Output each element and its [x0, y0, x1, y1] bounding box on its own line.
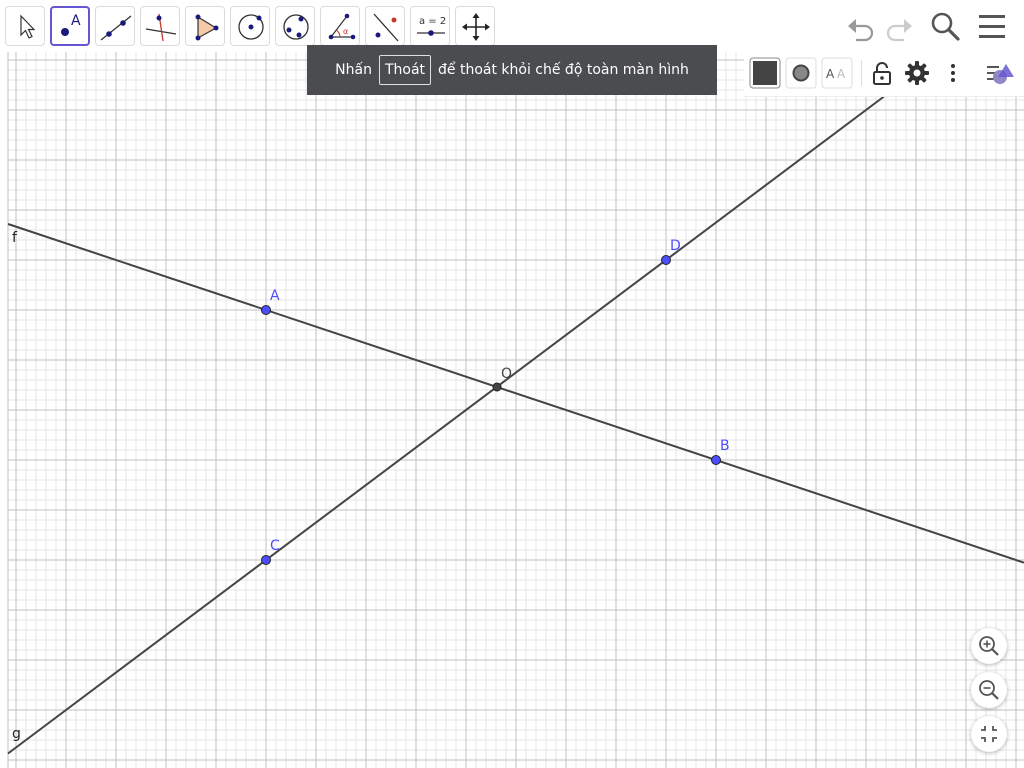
slider-tool-icon: a = 2 — [417, 16, 446, 36]
point-style-icon — [785, 57, 817, 89]
reflect-line-tool-icon — [373, 13, 399, 42]
point-d[interactable] — [661, 255, 671, 265]
style-bar: AA — [744, 52, 1024, 97]
slider-tool[interactable]: a = 2 — [410, 6, 450, 46]
color-icon — [749, 57, 781, 89]
move-graphics-view-tool-icon — [462, 13, 490, 41]
point-tool-glyph: A — [71, 13, 81, 29]
line-tool-icon — [100, 15, 132, 41]
circle-three-points-tool-icon — [283, 14, 309, 40]
polygon-tool[interactable] — [185, 6, 225, 46]
angle-tool[interactable]: α — [320, 6, 360, 46]
slider-tool-glyph: a = 2 — [419, 16, 446, 27]
point-a[interactable] — [261, 305, 271, 315]
point-d-label: D — [670, 238, 681, 254]
perpendicular-line-tool[interactable] — [140, 6, 180, 46]
exit-fullscreen-zoom-button[interactable] — [971, 716, 1007, 752]
more-options-button[interactable] — [937, 57, 969, 89]
line-tool[interactable] — [95, 6, 135, 46]
move-tool-icon — [20, 14, 36, 39]
style-bar-separator — [861, 60, 862, 86]
circle-center-point-tool-icon — [238, 14, 264, 40]
label-style-button[interactable]: AA — [821, 57, 853, 89]
search-button[interactable] — [927, 8, 963, 44]
fullscreen-exit-banner: Nhấn Thoát để thoát khỏi chế độ toàn màn… — [307, 45, 717, 95]
point-c[interactable] — [261, 555, 271, 565]
redo-button[interactable] — [881, 8, 917, 44]
banner-prefix: Nhấn — [335, 62, 372, 78]
lock-button[interactable] — [866, 57, 898, 89]
move-tool[interactable] — [5, 6, 45, 46]
menu-button[interactable] — [974, 8, 1010, 44]
exit-fullscreen-icon — [981, 726, 997, 742]
point-style-button[interactable] — [785, 57, 817, 89]
line-f-label: f — [12, 230, 18, 246]
point-tool[interactable]: A — [50, 6, 90, 46]
undo-icon — [848, 19, 874, 42]
angle-tool-icon: α — [328, 13, 356, 40]
algebra-view-toggle-icon — [987, 64, 1014, 84]
graphics-view[interactable]: f g A B C D O — [0, 0, 1024, 768]
svg-text:A: A — [826, 67, 835, 81]
point-o-label: O — [501, 366, 512, 382]
lock-icon — [873, 62, 891, 85]
circle-center-point-tool[interactable] — [230, 6, 270, 46]
undo-button[interactable] — [843, 8, 879, 44]
reflect-line-tool[interactable] — [365, 6, 405, 46]
search-icon — [931, 12, 960, 41]
angle-tool-glyph: α — [343, 27, 348, 36]
redo-icon — [886, 19, 912, 42]
settings-icon — [905, 61, 929, 85]
polygon-tool-icon — [195, 14, 219, 41]
point-tool-icon: A — [61, 13, 81, 36]
point-o[interactable] — [492, 382, 502, 392]
algebra-view-toggle-button[interactable] — [984, 57, 1016, 89]
zoom-out-icon — [979, 680, 999, 700]
circle-three-points-tool[interactable] — [275, 6, 315, 46]
color-button[interactable] — [749, 57, 781, 89]
zoom-out-button[interactable] — [971, 672, 1007, 708]
exit-fullscreen-button[interactable]: Thoát — [378, 55, 432, 85]
label-style-icon: AA — [821, 57, 853, 89]
more-icon — [951, 64, 955, 82]
move-graphics-view-tool[interactable] — [455, 6, 495, 46]
zoom-in-icon — [979, 636, 999, 656]
point-b[interactable] — [711, 455, 721, 465]
svg-text:A: A — [837, 67, 846, 81]
perpendicular-line-tool-icon — [145, 13, 177, 42]
grid-major — [8, 0, 1024, 768]
point-b-label: B — [720, 438, 730, 454]
point-c-label: C — [270, 538, 280, 554]
menu-icon — [979, 15, 1005, 38]
settings-button[interactable] — [901, 57, 933, 89]
line-g-label: g — [12, 726, 21, 742]
zoom-in-button[interactable] — [971, 628, 1007, 664]
point-a-label: A — [270, 288, 280, 304]
banner-suffix: để thoát khỏi chế độ toàn màn hình — [438, 62, 689, 78]
